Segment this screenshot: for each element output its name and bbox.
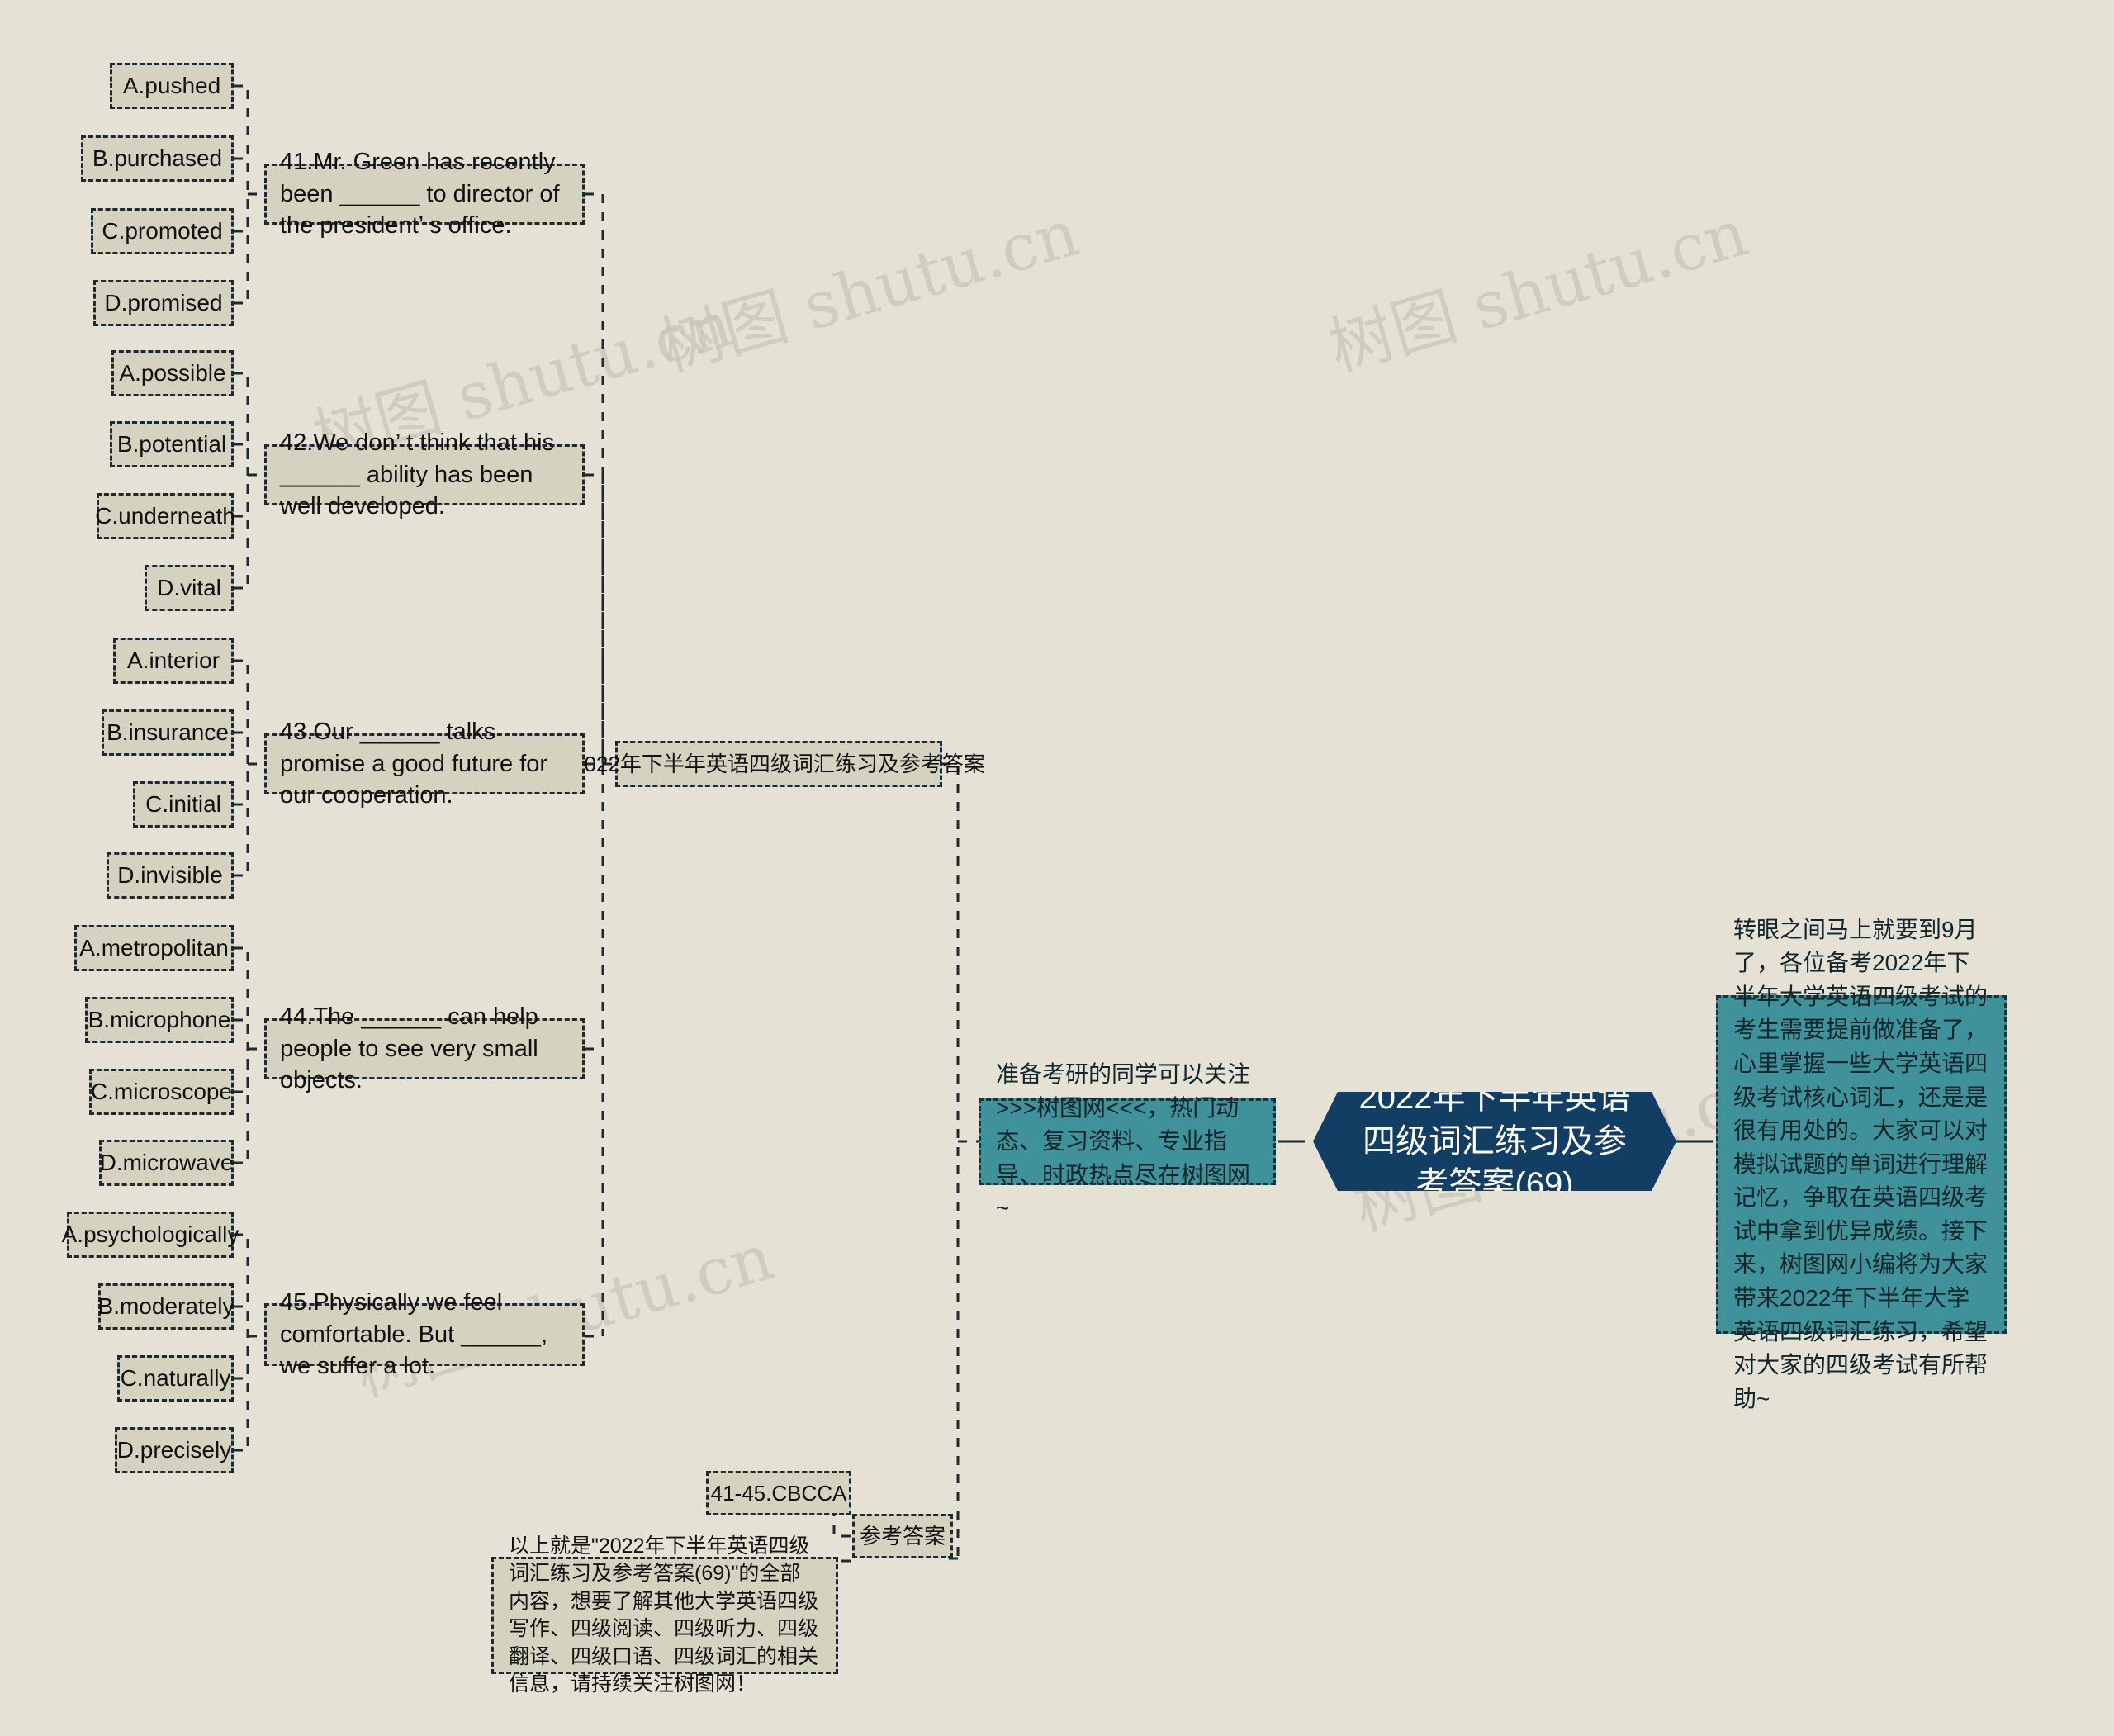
branch-main-node[interactable]: 2022年下半年英语四级词汇练习及参考答案	[572, 741, 985, 787]
intro-node[interactable]: 转眼之间马上就要到9月了，各位备考2022年下半年大学英语四级考试的考生需要提前…	[1716, 917, 2007, 1411]
option-node[interactable]: D.precisely	[115, 1427, 234, 1473]
question-node[interactable]: 44.The ______ can help people to see ver…	[264, 1003, 585, 1093]
answer-key-node[interactable]: 41-45.CBCCA	[706, 1471, 851, 1515]
promo-node[interactable]: 准备考研的同学可以关注>>>树图网<<<，热门动态、复习资料、专业指导、时政热点…	[979, 1061, 1276, 1221]
connector-lines	[234, 84, 1713, 1616]
option-node[interactable]: B.potential	[110, 421, 234, 467]
option-node[interactable]: C.initial	[133, 781, 234, 828]
option-node[interactable]: A.possible	[111, 350, 234, 396]
option-label: B.potential	[116, 431, 227, 458]
option-label: A.possible	[119, 360, 226, 387]
question-text: 43.Our ______ talks promise a good futur…	[280, 718, 548, 809]
option-node[interactable]: C.microscope	[89, 1069, 234, 1115]
option-label: A.interior	[126, 647, 220, 674]
promo-label: 准备考研的同学可以关注>>>树图网<<<，热门动态、复习资料、专业指导、时政热点…	[996, 1061, 1251, 1221]
option-node[interactable]: B.microphone	[85, 997, 234, 1043]
option-node[interactable]: D.microwave	[99, 1140, 234, 1186]
option-label: D.promised	[104, 290, 223, 316]
root-node[interactable]: 2022年下半年英语四级词汇练习及参考答案(69)	[1313, 1092, 1676, 1191]
option-label: D.precisely	[116, 1437, 232, 1463]
question-text: 42.We don’ t think that his ______ abili…	[280, 429, 555, 520]
option-label: A.metropolitan	[79, 935, 229, 961]
answers-branch-label: 参考答案	[860, 1523, 946, 1549]
option-label: B.microphone	[88, 1007, 231, 1033]
closing-note-node[interactable]: 以上就是"2022年下半年英语四级词汇练习及参考答案(69)"的全部内容，想要了…	[491, 1534, 838, 1696]
option-node[interactable]: B.insurance	[102, 709, 234, 756]
option-node[interactable]: A.metropolitan	[74, 925, 234, 971]
option-node[interactable]: D.invisible	[107, 852, 234, 899]
question-node[interactable]: 45.Physically we feel comfortable. But _…	[264, 1289, 585, 1379]
option-node[interactable]: C.underneath	[95, 493, 235, 539]
option-label: C.initial	[145, 791, 221, 818]
root-label: 2022年下半年英语四级词汇练习及参考答案(69)	[1358, 1079, 1631, 1203]
option-label: A.pushed	[122, 73, 221, 99]
option-label: A.psychologically	[61, 1221, 239, 1248]
option-label: D.microwave	[99, 1150, 234, 1176]
option-node[interactable]: A.pushed	[110, 63, 234, 109]
intro-label: 转眼之间马上就要到9月了，各位备考2022年下半年大学英语四级考试的考生需要提前…	[1733, 916, 1988, 1411]
option-node[interactable]: A.psychologically	[62, 1212, 239, 1258]
option-label: C.naturally	[120, 1365, 231, 1392]
answer-key-label: 41-45.CBCCA	[710, 1480, 847, 1506]
option-node[interactable]: B.moderately	[98, 1283, 234, 1330]
question-node[interactable]: 42.We don’ t think that his ______ abili…	[264, 429, 585, 519]
option-label: B.moderately	[97, 1293, 235, 1320]
question-node[interactable]: 43.Our ______ talks promise a good futur…	[264, 719, 585, 809]
option-node[interactable]: C.promoted	[91, 208, 234, 254]
question-text: 44.The ______ can help people to see ver…	[280, 1003, 538, 1094]
option-label: D.invisible	[117, 862, 223, 889]
option-node[interactable]: D.promised	[93, 280, 234, 326]
question-node[interactable]: 41.Mr. Green has recently been ______ to…	[264, 149, 585, 239]
option-node[interactable]: D.vital	[145, 565, 234, 611]
option-label: C.microscope	[90, 1079, 233, 1105]
option-label: C.underneath	[95, 503, 235, 529]
option-node[interactable]: B.purchased	[81, 135, 234, 182]
question-text: 45.Physically we feel comfortable. But _…	[280, 1288, 548, 1380]
question-text: 41.Mr. Green has recently been ______ to…	[280, 148, 560, 240]
closing-note-label: 以上就是"2022年下半年英语四级词汇练习及参考答案(69)"的全部内容，想要了…	[509, 1534, 819, 1696]
mindmap-canvas: 树图 shutu.cn 树图 shutu.cn 树图 shutu.cn 树图 s…	[0, 0, 2114, 1736]
branch-main-label: 2022年下半年英语四级词汇练习及参考答案	[572, 751, 985, 776]
option-node[interactable]: C.naturally	[117, 1355, 234, 1402]
option-node[interactable]: A.interior	[113, 638, 234, 684]
option-label: B.purchased	[92, 145, 223, 172]
option-label: D.vital	[157, 575, 221, 601]
answers-branch-node[interactable]: 参考答案	[852, 1514, 953, 1558]
option-label: C.promoted	[102, 218, 223, 244]
option-label: B.insurance	[107, 719, 229, 746]
